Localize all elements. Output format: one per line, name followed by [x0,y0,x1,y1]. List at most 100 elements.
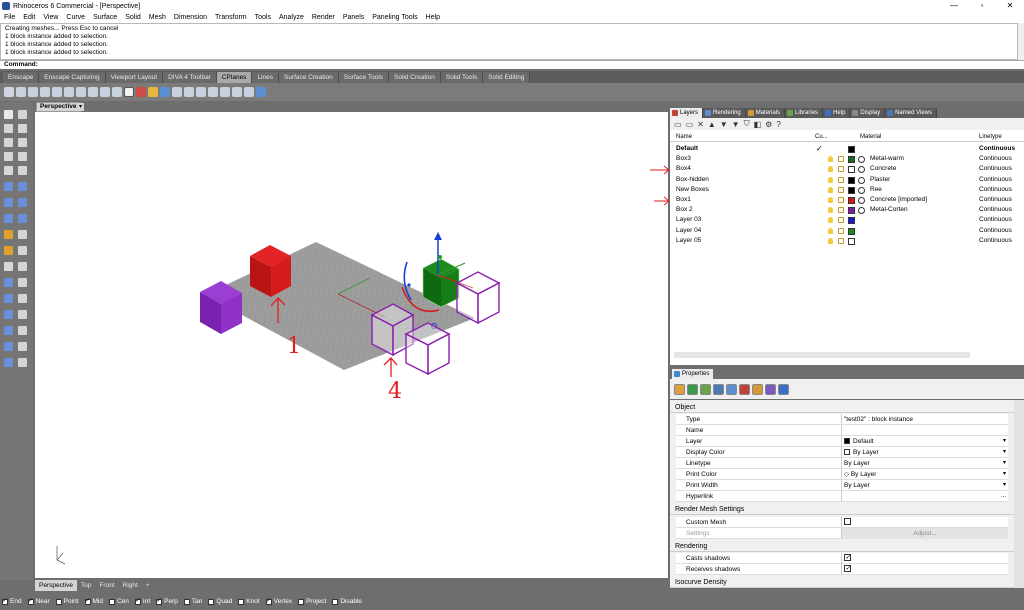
material-circle-icon[interactable] [858,166,865,174]
menu-render[interactable]: Render [308,14,339,21]
chamfer-icon[interactable] [18,262,27,271]
array-icon[interactable] [4,342,13,351]
osnap-perp[interactable]: Perp [156,597,178,605]
close-button[interactable]: ✕ [996,0,1024,12]
menu-surface[interactable]: Surface [89,14,121,21]
osnap-near[interactable]: Near [27,597,50,605]
layer-material[interactable]: Metal-warm [870,154,904,164]
texture-mapping-icon[interactable] [700,383,711,395]
layer-name[interactable]: Default [676,144,698,154]
viewport-tab-front[interactable]: Front [95,580,118,591]
properties-scrollbar[interactable] [1014,400,1024,588]
new-layer-icon[interactable]: ▭ [674,120,682,129]
prop-linetype[interactable]: Linetype By Layer ▾ [670,458,1014,469]
layer-row[interactable]: Box-hidden Plaster Continuous [670,175,1024,185]
cplane-world-icon[interactable] [112,87,122,97]
tab-enscape-capturing[interactable]: Enscape Capturing [39,72,106,83]
layer-linetype[interactable]: Continuous [979,195,1012,205]
layer-name[interactable]: Box 2 [676,205,693,215]
casts-shadows-checkbox[interactable] [844,552,851,563]
material-circle-icon[interactable] [858,156,865,164]
column-current[interactable]: Cu... [815,134,828,140]
cplane-undo-icon[interactable] [172,87,182,97]
osnap-vertex[interactable]: Vertex [265,597,292,605]
scale-icon[interactable] [18,326,27,335]
chevron-down-icon[interactable]: ▾ [1003,458,1006,469]
red-box[interactable] [250,245,291,297]
prop-receives-shadows[interactable]: Receives shadows [670,563,1014,575]
osnap-end[interactable]: End [2,597,22,605]
tab-lines[interactable]: Lines [252,72,279,83]
layer-color-swatch[interactable] [848,227,855,235]
visibility-bulb-icon[interactable] [828,237,833,244]
layer-material[interactable]: Plaster [870,175,890,185]
trim-icon[interactable] [4,278,13,287]
section-render-mesh[interactable]: Render Mesh Settings [670,504,1014,515]
column-linetype[interactable]: Linetype [979,134,1002,140]
cplane-set-icon[interactable] [124,87,134,97]
tab-solid-creation[interactable]: Solid Creation [389,72,441,83]
fillet-icon[interactable] [4,262,13,271]
tab-diva-4-toolbar[interactable]: DIVA 4 Toolbar [163,72,217,83]
menu-panels[interactable]: Panels [339,14,368,21]
cplane-3point-icon[interactable] [76,87,86,97]
chevron-down-icon[interactable]: ▾ [1003,447,1006,458]
prop-print-width[interactable]: Print Width By Layer ▾ [670,480,1014,491]
layer-linetype[interactable]: Continuous [979,215,1012,225]
panel-tab-display[interactable]: Display [850,108,886,118]
layer-row[interactable]: Box3 Metal-warm Continuous [670,154,1024,164]
command-history-scrollbar[interactable] [1018,23,1024,60]
menu-tools[interactable]: Tools [251,14,275,21]
menu-curve[interactable]: Curve [62,14,89,21]
visibility-bulb-icon[interactable] [828,176,833,183]
extrude-icon[interactable] [18,182,27,191]
tab-surface-creation[interactable]: Surface Creation [278,72,339,83]
move-icon[interactable] [4,310,13,319]
block-instance-box[interactable] [455,271,501,325]
prop-layer[interactable]: Layer Default ▾ [670,436,1014,447]
column-material[interactable]: Material [860,134,881,140]
object-properties-icon[interactable] [674,383,685,395]
osnap-point[interactable]: Point [55,598,79,605]
material-properties-icon[interactable] [687,383,698,395]
move-to-parent-icon[interactable]: ▼ [732,120,740,129]
tab-viewport-layout[interactable]: Viewport Layout [105,72,164,83]
block-icon[interactable] [18,246,27,255]
layer-material[interactable]: Ree [870,185,882,195]
menu-edit[interactable]: Edit [19,14,39,21]
osnap-int[interactable]: Int [134,597,150,605]
curve-icon[interactable] [4,138,13,147]
viewport-tab-top[interactable]: Top [77,580,95,591]
osnap-project[interactable]: Project [298,598,326,605]
lock-icon[interactable] [838,186,844,193]
cplane-options-icon[interactable] [256,87,266,97]
material-circle-icon[interactable] [858,176,865,184]
hyperlink-browse-button[interactable]: ... [1001,491,1006,502]
green-box-selected[interactable] [422,258,460,308]
move-down-icon[interactable]: ▼ [720,120,728,129]
visibility-bulb-icon[interactable] [828,186,833,193]
lock-icon[interactable] [838,156,844,163]
minimize-button[interactable]: — [940,0,968,12]
cplane-save-icon[interactable] [136,87,146,97]
perspective-viewport[interactable]: 1 4 [35,112,668,578]
cplane-open-icon[interactable] [148,87,158,97]
lock-icon[interactable] [838,176,844,183]
visibility-bulb-icon[interactable] [828,227,833,234]
cplane-redo-icon[interactable] [184,87,194,97]
cplane-curve-icon[interactable] [208,87,218,97]
lock-icon[interactable] [838,166,844,173]
join-icon[interactable] [4,294,13,303]
layer-color-swatch[interactable] [848,176,855,184]
chevron-down-icon[interactable]: ▾ [1003,469,1006,480]
layer-row[interactable]: Default ✓ Continuous [670,144,1024,154]
osnap-mid[interactable]: Mid [84,597,103,605]
layer-row[interactable]: Box 2 Metal-Corten Continuous [670,205,1024,215]
hatch-icon[interactable] [4,246,13,255]
layer-name[interactable]: Layer 05 [676,236,701,246]
layer-linetype[interactable]: Continuous [979,226,1012,236]
prop-name[interactable]: Name [670,425,1014,436]
move-up-icon[interactable]: ▲ [708,120,716,129]
visibility-bulb-icon[interactable] [828,156,833,163]
tab-enscape[interactable]: Enscape [3,72,40,83]
